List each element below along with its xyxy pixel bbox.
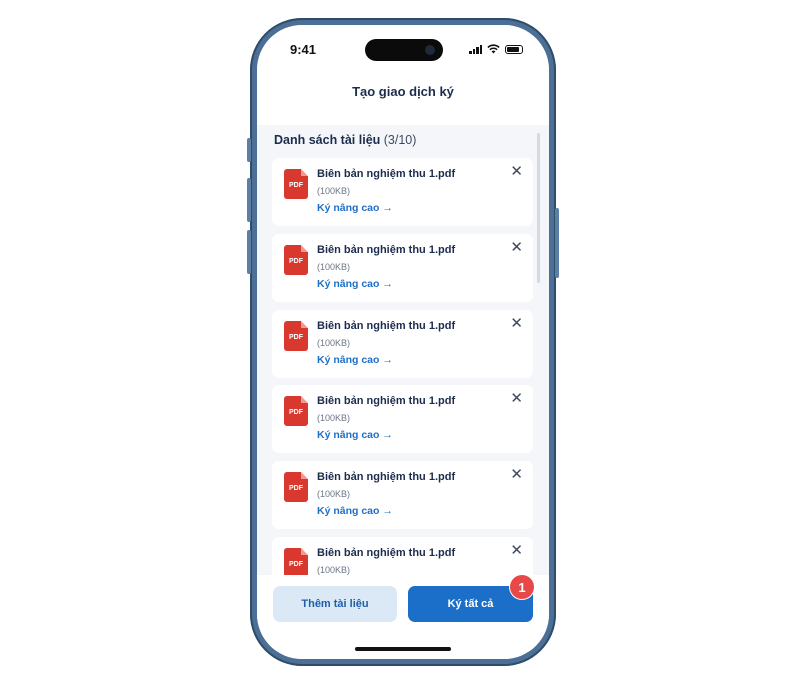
file-name: Biên bản nghiệm thu 1.pdf <box>317 320 456 332</box>
volume-down-button <box>247 230 251 274</box>
document-card[interactable]: PDF Biên bản nghiệm thu 1.pdf (100KB) Ký… <box>272 310 533 378</box>
document-card[interactable]: PDF Biên bản nghiệm thu 1.pdf (100KB) Ký… <box>272 234 533 302</box>
file-name: Biên bản nghiệm thu 1.pdf <box>317 547 456 559</box>
close-icon[interactable]: ✕ <box>510 240 523 255</box>
page-title: Tạo giao dịch ký <box>257 77 549 125</box>
close-icon[interactable]: ✕ <box>510 467 523 482</box>
scrollbar[interactable] <box>537 133 540 283</box>
bottom-action-bar: Thêm tài liệu Ký tất cả 1 <box>257 575 549 659</box>
file-size: (100KB) <box>317 565 351 575</box>
file-size: (100KB) <box>317 186 351 196</box>
file-name: Biên bản nghiệm thu 1.pdf <box>317 244 456 256</box>
close-icon[interactable]: ✕ <box>510 164 523 179</box>
file-size: (100KB) <box>317 489 351 499</box>
wifi-icon <box>487 44 500 54</box>
advanced-sign-link[interactable]: Ký nâng cao → <box>317 429 393 441</box>
file-name: Biên bản nghiệm thu 1.pdf <box>317 395 456 407</box>
pdf-fold <box>300 472 308 480</box>
advanced-sign-link[interactable]: Ký nâng cao → <box>317 202 393 214</box>
signal-icon <box>469 45 482 54</box>
close-icon[interactable]: ✕ <box>510 391 523 406</box>
file-name: Biên bản nghiệm thu 1.pdf <box>317 471 456 483</box>
file-size: (100KB) <box>317 262 351 272</box>
pdf-fold <box>300 169 308 177</box>
phone-frame: 9:41 Tạo giao dịch ký Danh sách tài liệu… <box>247 18 559 666</box>
file-name: Biên bản nghiệm thu 1.pdf <box>317 168 456 180</box>
document-card[interactable]: PDF Biên bản nghiệm thu 1.pdf (100KB) Ký… <box>272 158 533 226</box>
power-button <box>555 208 559 278</box>
document-card[interactable]: PDF Biên bản nghiệm thu 1.pdf (100KB) Ký… <box>272 461 533 529</box>
advanced-sign-link[interactable]: Ký nâng cao → <box>317 278 393 290</box>
battery-icon <box>505 45 523 54</box>
file-size: (100KB) <box>317 413 351 423</box>
pdf-fold <box>300 245 308 253</box>
close-icon[interactable]: ✕ <box>510 543 523 558</box>
list-title: Danh sách tài liệu (3/10) <box>274 133 416 147</box>
status-time: 9:41 <box>290 42 317 57</box>
home-indicator[interactable] <box>355 647 451 651</box>
list-title-text: Danh sách tài liệu <box>274 133 381 147</box>
status-icons <box>469 44 523 54</box>
add-document-button[interactable]: Thêm tài liệu <box>273 586 397 622</box>
document-card[interactable]: PDF Biên bản nghiệm thu 1.pdf (100KB) Ký… <box>272 385 533 453</box>
volume-up-button <box>247 178 251 222</box>
advanced-sign-link[interactable]: Ký nâng cao → <box>317 505 393 517</box>
status-bar: 9:41 <box>257 25 549 77</box>
pdf-fold <box>300 396 308 404</box>
dynamic-island <box>365 39 443 61</box>
advanced-sign-link[interactable]: Ký nâng cao → <box>317 354 393 366</box>
step-badge: 1 <box>510 575 534 599</box>
close-icon[interactable]: ✕ <box>510 316 523 331</box>
screen: 9:41 Tạo giao dịch ký Danh sách tài liệu… <box>257 25 549 659</box>
mute-switch <box>247 138 251 162</box>
list-count: (3/10) <box>383 133 417 147</box>
pdf-fold <box>300 548 308 556</box>
file-size: (100KB) <box>317 338 351 348</box>
pdf-fold <box>300 321 308 329</box>
camera-icon <box>425 45 435 55</box>
